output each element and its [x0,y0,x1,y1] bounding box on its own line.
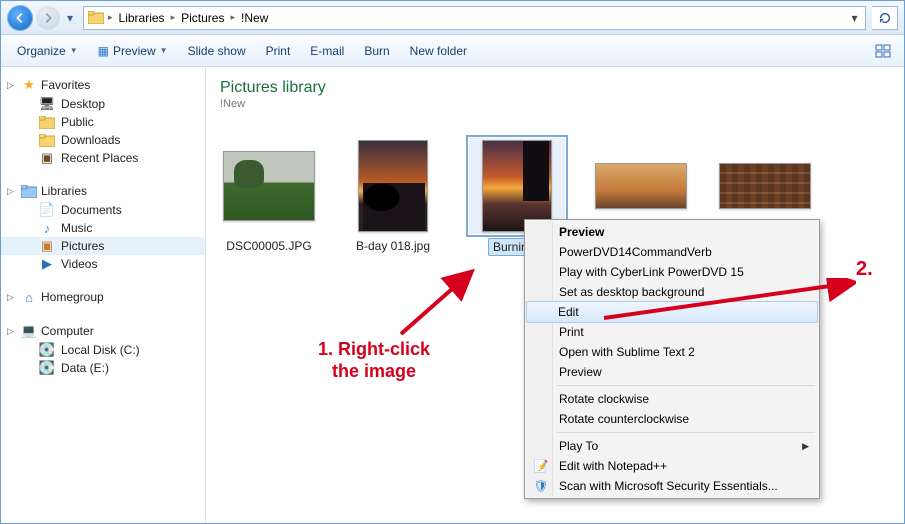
ctx-powerdvd14[interactable]: PowerDVD14CommandVerb [527,242,817,262]
ctx-play-to[interactable]: Play To▶ [527,436,817,456]
thumbnail-image [358,140,428,232]
music-icon: ♪ [39,220,55,236]
folder-icon [39,114,55,130]
arrow-left-icon [13,11,27,25]
breadcrumb-pictures[interactable]: Pictures [177,7,228,29]
file-item[interactable]: B-day 018.jpg [344,138,442,256]
ctx-edit[interactable]: Edit [526,301,818,323]
address-dropdown[interactable]: ▾ [845,11,863,25]
libraries-group: ▷ Libraries 📄Documents ♪Music ▣Pictures … [1,181,205,273]
burn-button[interactable]: Burn [356,40,397,62]
drive-icon: 💽 [39,360,55,376]
computer-icon: 💻 [21,323,37,339]
desktop-icon: 🖥 [39,96,55,112]
forward-button[interactable] [35,5,61,31]
favorites-group: ▷ ★ Favorites 🖥Desktop Public Downloads … [1,75,205,167]
shield-icon: 🛡 [533,478,549,494]
ctx-edit-notepadpp[interactable]: 📝Edit with Notepad++ [527,456,817,476]
libraries-icon [21,183,37,199]
back-button[interactable] [7,5,33,31]
arrow-right-icon [41,11,55,25]
sidebar-item-music[interactable]: ♪Music [1,219,205,237]
sidebar-item-data[interactable]: 💽Data (E:) [1,359,205,377]
ctx-set-background[interactable]: Set as desktop background [527,282,817,302]
view-icon [875,44,891,58]
view-options-button[interactable] [870,39,896,63]
pictures-icon: ▣ [39,238,55,254]
ctx-powerdvd15[interactable]: Play with CyberLink PowerDVD 15 [527,262,817,282]
context-menu: Preview PowerDVD14CommandVerb Play with … [524,219,820,499]
navigation-pane: ▷ ★ Favorites 🖥Desktop Public Downloads … [1,67,206,523]
command-bar: Organize▼ ▦ Preview▼ Slide show Print E-… [1,35,904,67]
nav-history-dropdown[interactable]: ▾ [63,11,77,25]
ctx-preview2[interactable]: Preview [527,362,817,382]
homegroup-group: ▷ ⌂ Homegroup [1,287,205,307]
preview-icon: ▦ [98,44,109,58]
collapse-icon: ▷ [7,80,17,91]
documents-icon: 📄 [39,202,55,218]
chevron-right-icon[interactable]: ▸ [169,12,178,23]
file-name: DSC00005.JPG [222,238,315,254]
videos-icon: ▶ [39,256,55,272]
preview-menu[interactable]: ▦ Preview▼ [90,40,176,62]
refresh-icon [878,11,892,25]
sidebar-item-localdisk[interactable]: 💽Local Disk (C:) [1,341,205,359]
breadcrumb-new[interactable]: !New [237,7,272,29]
favorites-header[interactable]: ▷ ★ Favorites [1,75,205,95]
email-button[interactable]: E-mail [302,40,352,62]
sidebar-item-public[interactable]: Public [1,113,205,131]
sidebar-item-documents[interactable]: 📄Documents [1,201,205,219]
ctx-rotate-cw[interactable]: Rotate clockwise [527,389,817,409]
sidebar-item-recent[interactable]: ▣Recent Places [1,149,205,167]
address-bar[interactable]: ▸ Libraries ▸ Pictures ▸ !New ▾ [83,6,866,30]
submenu-arrow-icon: ▶ [802,441,809,452]
homegroup-icon: ⌂ [21,289,37,305]
collapse-icon: ▷ [7,326,17,337]
sidebar-item-pictures[interactable]: ▣Pictures [1,237,205,255]
collapse-icon: ▷ [7,186,17,197]
breadcrumb-libraries[interactable]: Libraries [115,7,169,29]
chevron-right-icon[interactable]: ▸ [228,12,237,23]
organize-menu[interactable]: Organize▼ [9,40,86,62]
drive-icon: 💽 [39,342,55,358]
folder-icon [39,132,55,148]
libraries-icon [88,10,104,26]
sidebar-item-desktop[interactable]: 🖥Desktop [1,95,205,113]
homegroup-header[interactable]: ▷ ⌂ Homegroup [1,287,205,307]
ctx-print[interactable]: Print [527,322,817,342]
refresh-button[interactable] [872,6,898,30]
file-name: B-day 018.jpg [352,238,434,254]
sidebar-item-videos[interactable]: ▶Videos [1,255,205,273]
ctx-preview[interactable]: Preview [527,222,817,242]
computer-header[interactable]: ▷ 💻 Computer [1,321,205,341]
navigation-bar: ▾ ▸ Libraries ▸ Pictures ▸ !New ▾ [1,1,904,35]
recent-icon: ▣ [39,150,55,166]
thumbnail-image [595,163,687,209]
star-icon: ★ [21,77,37,93]
newfolder-button[interactable]: New folder [402,40,475,62]
ctx-sublime[interactable]: Open with Sublime Text 2 [527,342,817,362]
ctx-scan-mse[interactable]: 🛡Scan with Microsoft Security Essentials… [527,476,817,496]
sidebar-item-downloads[interactable]: Downloads [1,131,205,149]
separator [557,432,815,433]
file-item[interactable]: DSC00005.JPG [220,138,318,256]
ctx-rotate-ccw[interactable]: Rotate counterclockwise [527,409,817,429]
collapse-icon: ▷ [7,292,17,303]
computer-group: ▷ 💻 Computer 💽Local Disk (C:) 💽Data (E:) [1,321,205,377]
thumbnail-image [223,151,315,221]
library-title: Pictures library [220,79,890,97]
chevron-right-icon[interactable]: ▸ [106,12,115,23]
libraries-header[interactable]: ▷ Libraries [1,181,205,201]
library-subtitle: !New [220,98,890,110]
notepad-icon: 📝 [533,458,549,474]
thumbnail-image [719,163,811,209]
separator [557,385,815,386]
slideshow-button[interactable]: Slide show [180,40,254,62]
print-button[interactable]: Print [258,40,299,62]
